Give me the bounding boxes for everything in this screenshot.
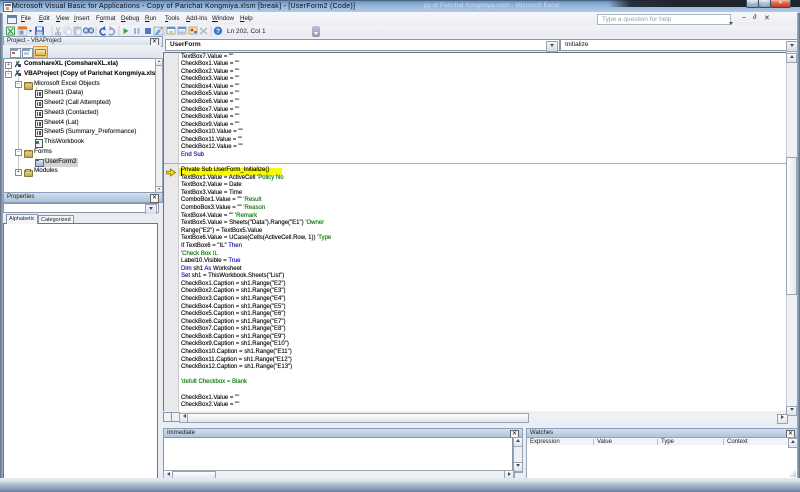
svg-text:?: ?: [216, 28, 220, 35]
